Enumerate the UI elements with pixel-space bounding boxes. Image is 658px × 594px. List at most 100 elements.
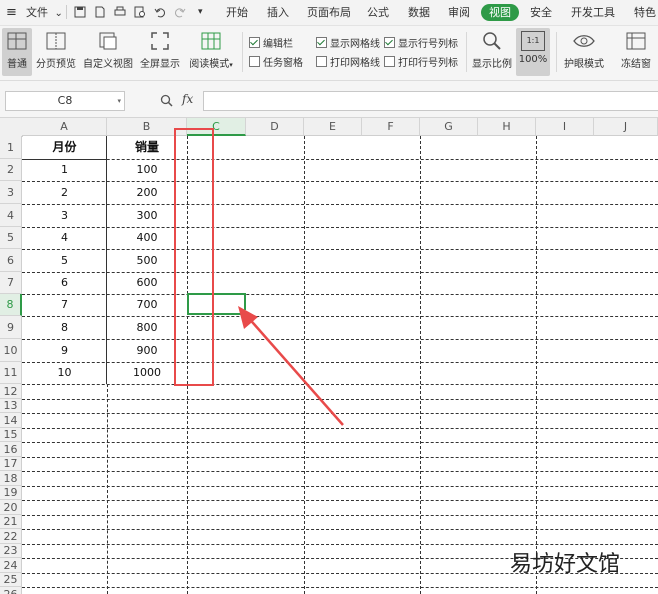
tab-review[interactable]: 审阅 [448,0,470,25]
eye-protection-button[interactable]: 护眼模式 [562,28,606,76]
row-header-6[interactable]: 6 [0,249,22,272]
eye-icon [573,35,595,47]
table-cell-month[interactable]: 3 [22,204,107,227]
task-pane-checkbox[interactable]: 任务窗格 [249,56,303,70]
row-header-17[interactable]: 17 [0,457,22,471]
table-cell-month[interactable]: 2 [22,181,107,204]
export-pdf-icon[interactable] [94,6,106,18]
tab-developer[interactable]: 开发工具 [571,0,615,25]
normal-view-icon [7,32,27,50]
row-header-25[interactable]: 25 [0,573,22,587]
tab-formulas[interactable]: 公式 [367,0,389,25]
show-headings-checkbox[interactable]: 显示行号列标 [384,37,458,51]
column-header-h[interactable]: H [478,118,536,136]
gridline [22,529,658,530]
select-all-corner[interactable] [0,118,23,137]
row-header-16[interactable]: 16 [0,442,22,457]
show-gridlines-checkbox[interactable]: 显示网格线 [316,37,380,51]
save-icon[interactable] [74,6,86,18]
row-header-1[interactable]: 1 [0,136,22,159]
freeze-panes-button[interactable]: 冻结窗 [614,28,658,76]
tab-view[interactable]: 视图 [481,4,519,21]
checkbox-unchecked-icon [384,56,395,67]
row-header-12[interactable]: 12 [0,384,22,399]
column-header-e[interactable]: E [304,118,362,136]
row-header-14[interactable]: 14 [0,413,22,428]
column-header-a[interactable]: A [22,118,107,136]
gridline [536,136,537,594]
custom-view-button[interactable]: 自定义视图 [82,28,134,76]
find-icon[interactable] [160,94,173,107]
checkbox-label: 打印网格线 [330,58,380,69]
print-headings-checkbox[interactable]: 打印行号列标 [384,56,458,70]
checkbox-unchecked-icon [249,56,260,67]
fx-icon[interactable]: fx [182,92,193,106]
row-header-22[interactable]: 22 [0,529,22,544]
row-header-19[interactable]: 19 [0,486,22,500]
reading-mode-label: 阅读模式 [189,59,230,70]
print-gridlines-checkbox[interactable]: 打印网格线 [316,56,380,70]
row-header-5[interactable]: 5 [0,227,22,249]
row-header-24[interactable]: 24 [0,558,22,573]
row-header-15[interactable]: 15 [0,428,22,442]
tab-home[interactable]: 开始 [226,0,248,25]
row-header-11[interactable]: 11 [0,362,22,384]
quick-access-dropdown-icon[interactable]: ▾ [198,0,203,25]
spreadsheet-grid[interactable]: A B C D E F G H I J 1 2 3 4 5 6 7 8 9 10… [0,118,658,594]
table-cell-month[interactable]: 10 [22,362,107,384]
name-box[interactable]: C8 ▾ [5,91,125,111]
table-cell-month[interactable]: 9 [22,339,107,362]
zoom-100-button[interactable]: 1:1 100% [516,28,550,76]
row-header-4[interactable]: 4 [0,204,22,227]
row-header-21[interactable]: 21 [0,515,22,529]
tab-page-layout[interactable]: 页面布局 [307,0,351,25]
table-cell-month[interactable]: 6 [22,272,107,294]
row-header-9[interactable]: 9 [0,316,22,339]
tab-insert[interactable]: 插入 [267,0,289,25]
chevron-down-icon[interactable]: ▾ [117,92,121,110]
normal-view-button[interactable]: 普通 [2,28,32,76]
column-header-f[interactable]: F [362,118,420,136]
print-preview-icon[interactable] [134,6,146,18]
table-cell-month[interactable]: 1 [22,159,107,181]
formula-input[interactable] [203,91,658,111]
row-header-18[interactable]: 18 [0,471,22,486]
undo-icon[interactable] [154,6,166,18]
tab-special[interactable]: 特色 [634,0,656,25]
row-header-13[interactable]: 13 [0,399,22,413]
column-header-i[interactable]: I [536,118,594,136]
tab-security[interactable]: 安全 [530,0,552,25]
fullscreen-label: 全屏显示 [140,59,180,70]
fullscreen-button[interactable]: 全屏显示 [138,28,182,76]
row-header-8[interactable]: 8 [0,294,22,316]
print-icon[interactable] [114,6,126,18]
row-header-23[interactable]: 23 [0,544,22,558]
tab-data[interactable]: 数据 [408,0,430,25]
table-cell-month[interactable]: 8 [22,316,107,339]
row-header-7[interactable]: 7 [0,272,22,294]
row-header-2[interactable]: 2 [0,159,22,181]
table-cell-month[interactable]: 7 [22,294,107,316]
checkbox-label: 编辑栏 [263,39,293,50]
file-menu-label: 文件 [26,6,48,19]
table-header-month[interactable]: 月份 [22,136,107,159]
column-header-d[interactable]: D [246,118,304,136]
row-header-3[interactable]: 3 [0,181,22,204]
formula-bar-checkbox[interactable]: 编辑栏 [249,37,293,51]
column-header-j[interactable]: J [594,118,658,136]
page-break-preview-button[interactable]: 分页预览 [34,28,78,76]
redo-icon[interactable] [174,6,186,18]
row-header-26[interactable]: 26 [0,587,22,594]
row-header-20[interactable]: 20 [0,500,22,515]
file-menu[interactable]: 文件 ⌄ [26,0,63,25]
zoom-100-icon: 1:1 [521,31,545,51]
page-break-preview-icon [46,32,66,50]
column-header-g[interactable]: G [420,118,478,136]
reading-mode-button[interactable]: 阅读模式▾ [186,28,236,76]
watermark: 易坊好文馆 [510,552,621,577]
hamburger-menu-icon[interactable]: ≡ [6,0,17,25]
table-cell-month[interactable]: 4 [22,227,107,249]
row-header-10[interactable]: 10 [0,339,22,362]
zoom-button[interactable]: 显示比例 [472,28,512,76]
table-cell-month[interactable]: 5 [22,249,107,272]
